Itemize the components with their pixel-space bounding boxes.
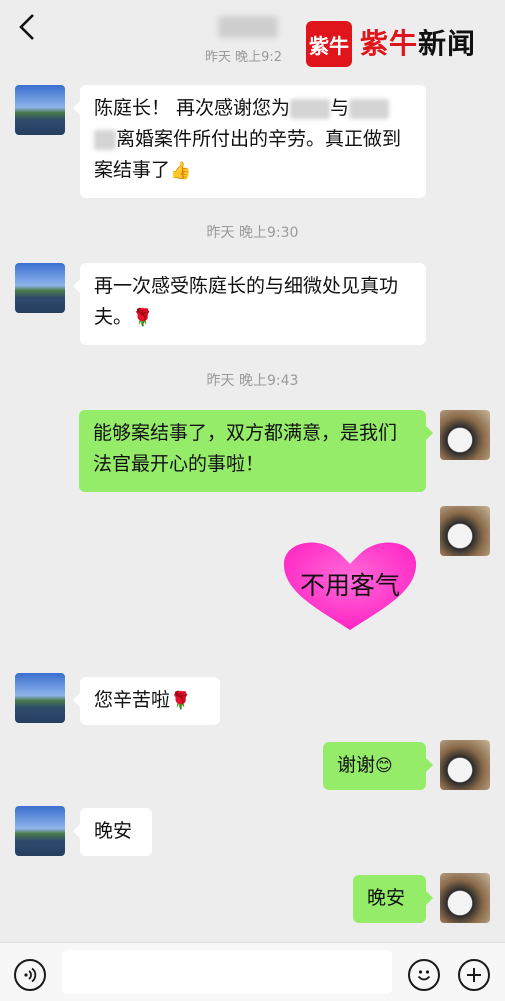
rose-icon: 🌹	[170, 691, 192, 711]
contact-avatar[interactable]	[15, 85, 65, 135]
heart-sticker-text: 不用客气	[299, 571, 400, 600]
timestamp: 昨天 晚上9:43	[206, 373, 299, 389]
emoji-icon[interactable]	[408, 959, 440, 991]
smile-icon: 😊	[375, 756, 393, 776]
timestamp: 昨天 晚上9:30	[206, 225, 299, 241]
message-text: 晚安	[94, 820, 133, 842]
message-bubble-outgoing[interactable]: 能够案结事了，双方都满意，是我们法官最开心的事啦！	[79, 410, 433, 492]
own-avatar[interactable]	[440, 740, 490, 790]
message-input[interactable]	[62, 950, 392, 994]
own-avatar[interactable]	[440, 506, 490, 556]
message-text: 与	[330, 97, 350, 119]
watermark-logo: 紫牛	[306, 21, 352, 67]
last-seen-text: 昨天 晚上9:2	[205, 50, 283, 65]
plus-icon[interactable]	[458, 959, 490, 991]
contact-avatar[interactable]	[15, 673, 65, 723]
contact-avatar[interactable]	[15, 263, 65, 313]
message-bubble-incoming[interactable]: 陈庭长！ 再次感谢您为 与离婚案件所付出的辛劳。真正做到案结事了👍	[73, 85, 426, 198]
message-text: 谢谢	[337, 754, 376, 776]
message-text: 能够案结事了，双方都满意，是我们法官最开心的事啦！	[93, 422, 398, 475]
voice-icon[interactable]	[14, 959, 46, 991]
thumbs-up-icon: 👍	[170, 161, 192, 181]
rose-icon: 🌹	[132, 308, 154, 328]
message-bubble-outgoing[interactable]: 谢谢😊	[323, 742, 433, 790]
message-bubble-incoming[interactable]: 您辛苦啦🌹	[73, 677, 220, 725]
contact-name-blurred	[218, 16, 278, 38]
contact-avatar[interactable]	[15, 806, 65, 856]
message-text: 陈庭长！ 再次感谢您为	[94, 97, 291, 119]
message-bubble-incoming[interactable]: 晚安	[73, 808, 152, 856]
watermark-brand: 紫牛新闻	[360, 27, 477, 60]
message-bubble-incoming[interactable]: 再一次感受陈庭长的与细微处见真功夫。🌹	[73, 263, 426, 345]
message-text: 晚安	[367, 887, 406, 909]
message-text: 您辛苦啦	[94, 689, 171, 711]
message-text: 离婚案件所付出的辛劳。真正做到案结事了	[94, 128, 402, 181]
message-bubble-outgoing[interactable]: 晚安	[353, 875, 433, 923]
own-avatar[interactable]	[440, 410, 490, 460]
own-avatar[interactable]	[440, 873, 490, 923]
back-chevron-icon[interactable]	[14, 12, 40, 42]
